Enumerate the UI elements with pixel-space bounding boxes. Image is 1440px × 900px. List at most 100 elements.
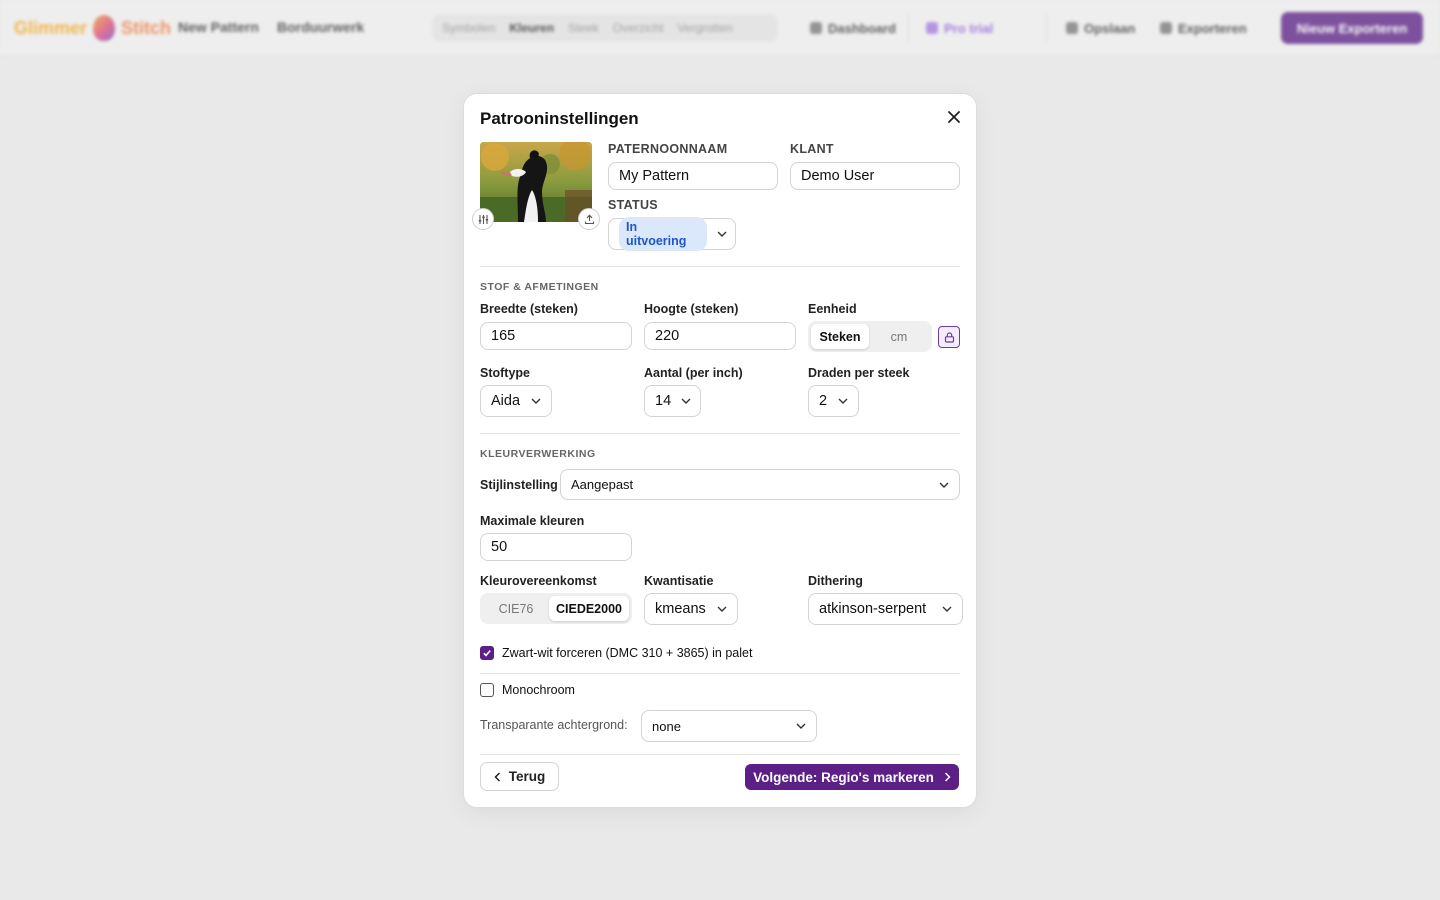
fabric-type-select[interactable]: Aida — [480, 385, 552, 417]
height-value: 220 — [655, 328, 680, 344]
style-value: Aangepast — [571, 477, 634, 492]
force-bw-label: Zwart-wit forceren (DMC 310 + 3865) in p… — [502, 646, 753, 660]
segment-overview[interactable]: Overzicht — [609, 17, 668, 39]
pattern-name-value: My Pattern — [619, 168, 690, 184]
pattern-name-input[interactable]: My Pattern — [608, 162, 778, 190]
color-match-label: Kleurovereenkomst — [480, 574, 597, 588]
back-label: Terug — [508, 769, 546, 784]
cta-label: Nieuw Exporteren — [1296, 20, 1408, 36]
quantization-select[interactable]: kmeans — [644, 593, 738, 625]
chevron-down-icon — [838, 398, 848, 404]
width-label: Breedte (steken) — [480, 302, 578, 316]
dialog-title: Patrooninstellingen — [480, 109, 639, 128]
checkmark-icon — [483, 650, 491, 657]
unit-toggle: Steken cm — [808, 321, 932, 352]
close-icon — [948, 111, 960, 123]
transparent-background-value: none — [652, 718, 681, 734]
max-colors-input[interactable]: 50 — [480, 533, 632, 561]
upload-icon — [584, 214, 594, 224]
divider — [480, 673, 960, 674]
client-input[interactable]: Demo User — [790, 162, 960, 190]
color-match-option-ciede2000[interactable]: CIEDE2000 — [549, 596, 629, 621]
pro-trial-label: Pro trial — [944, 20, 994, 36]
dithering-label: Dithering — [808, 574, 863, 588]
view-segmented-control: Symbolen Kleuren Steek Overzicht Vergrot… — [432, 14, 778, 42]
fabric-type-label: Stoftype — [480, 366, 530, 380]
color-section-heading: KLEURVERWERKING — [480, 448, 596, 460]
max-colors-label: Maximale kleuren — [480, 514, 585, 528]
nav-new-pattern[interactable]: New Pattern — [178, 19, 259, 35]
force-bw-option[interactable]: Zwart-wit forceren (DMC 310 + 3865) in p… — [480, 646, 752, 660]
save-button[interactable]: Opslaan — [1066, 16, 1135, 40]
status-label: STATUS — [608, 198, 658, 212]
client-value: Demo User — [801, 168, 875, 184]
primary-cta-button[interactable]: Nieuw Exporteren — [1281, 12, 1423, 44]
force-bw-checkbox[interactable] — [480, 646, 494, 660]
strands-select[interactable]: 2 — [808, 385, 859, 417]
fabric-section-heading: STOF & AFMETINGEN — [480, 281, 599, 293]
strands-value: 2 — [819, 393, 828, 409]
logo-text-part2: Stitch — [121, 17, 172, 38]
export-label: Exporteren — [1178, 20, 1247, 36]
dithering-select[interactable]: atkinson-serpent — [808, 593, 963, 625]
client-label: KLANT — [790, 142, 834, 156]
save-label: Opslaan — [1084, 20, 1136, 36]
style-select[interactable]: Aangepast — [560, 469, 960, 500]
segment-zoom[interactable]: Vergrotten — [673, 17, 736, 39]
chevron-down-icon — [681, 398, 691, 404]
dithering-value: atkinson-serpent — [819, 601, 927, 617]
lock-icon — [944, 331, 954, 343]
color-match-option-cie76[interactable]: CIE76 — [483, 596, 549, 621]
top-navigation-bar: Glimmer Stitch New Pattern Borduurwerk S… — [0, 0, 1440, 56]
back-button[interactable]: Terug — [480, 762, 559, 791]
pro-trial-button[interactable]: Pro trial — [926, 16, 993, 40]
divider — [1046, 14, 1047, 42]
image-adjust-button[interactable] — [472, 208, 494, 230]
height-input[interactable]: 220 — [644, 322, 796, 350]
style-label: Stijlinstelling — [480, 478, 558, 492]
transparent-background-select[interactable]: none — [641, 710, 817, 742]
count-select[interactable]: 14 — [644, 385, 701, 417]
segment-colors[interactable]: Kleuren — [505, 17, 558, 39]
height-label: Hoogte (steken) — [644, 302, 739, 316]
segment-stitch[interactable]: Steek — [564, 17, 603, 39]
nav-embroidery[interactable]: Borduurwerk — [277, 19, 364, 35]
dashboard-icon — [810, 22, 822, 34]
chevron-right-icon — [944, 772, 951, 782]
fabric-type-value: Aida — [491, 393, 521, 409]
app-logo[interactable]: Glimmer Stitch — [14, 14, 171, 42]
sliders-icon — [478, 214, 488, 224]
next-label: Volgende: Regio's markeren — [753, 769, 934, 785]
export-icon — [1160, 22, 1172, 34]
unit-option-stitches[interactable]: Steken — [811, 324, 869, 349]
chevron-down-icon — [942, 606, 952, 612]
dashboard-button[interactable]: Dashboard — [810, 16, 896, 40]
next-step-button[interactable]: Volgende: Regio's markeren — [745, 764, 959, 790]
unit-label: Eenheid — [808, 302, 857, 316]
pattern-image-thumbnail — [480, 142, 592, 222]
transparent-background-label: Transparante achtergrond: — [480, 718, 628, 732]
dashboard-label: Dashboard — [828, 20, 896, 36]
width-value: 165 — [491, 328, 516, 344]
quantization-label: Kwantisatie — [644, 574, 714, 588]
crown-icon — [926, 22, 938, 34]
logo-text-part1: Glimmer — [14, 17, 88, 38]
chevron-left-icon — [494, 771, 500, 782]
unit-option-cm[interactable]: cm — [869, 324, 929, 349]
chevron-down-icon — [796, 723, 806, 729]
quantization-value: kmeans — [655, 601, 706, 617]
segment-symbols[interactable]: Symbolen — [438, 17, 499, 39]
close-button[interactable] — [944, 107, 964, 127]
image-upload-button[interactable] — [578, 208, 600, 230]
divider — [480, 754, 960, 755]
aspect-lock-button[interactable] — [938, 326, 960, 348]
divider — [908, 14, 909, 42]
dog-photo — [480, 142, 592, 222]
count-label: Aantal (per inch) — [644, 366, 743, 380]
status-select[interactable]: In uitvoering — [608, 217, 736, 251]
save-icon — [1066, 22, 1078, 34]
width-input[interactable]: 165 — [480, 322, 632, 350]
monochrome-checkbox[interactable] — [480, 683, 494, 697]
monochrome-option[interactable]: Monochroom — [480, 683, 575, 697]
export-menu-button[interactable]: Exporteren — [1160, 16, 1247, 40]
